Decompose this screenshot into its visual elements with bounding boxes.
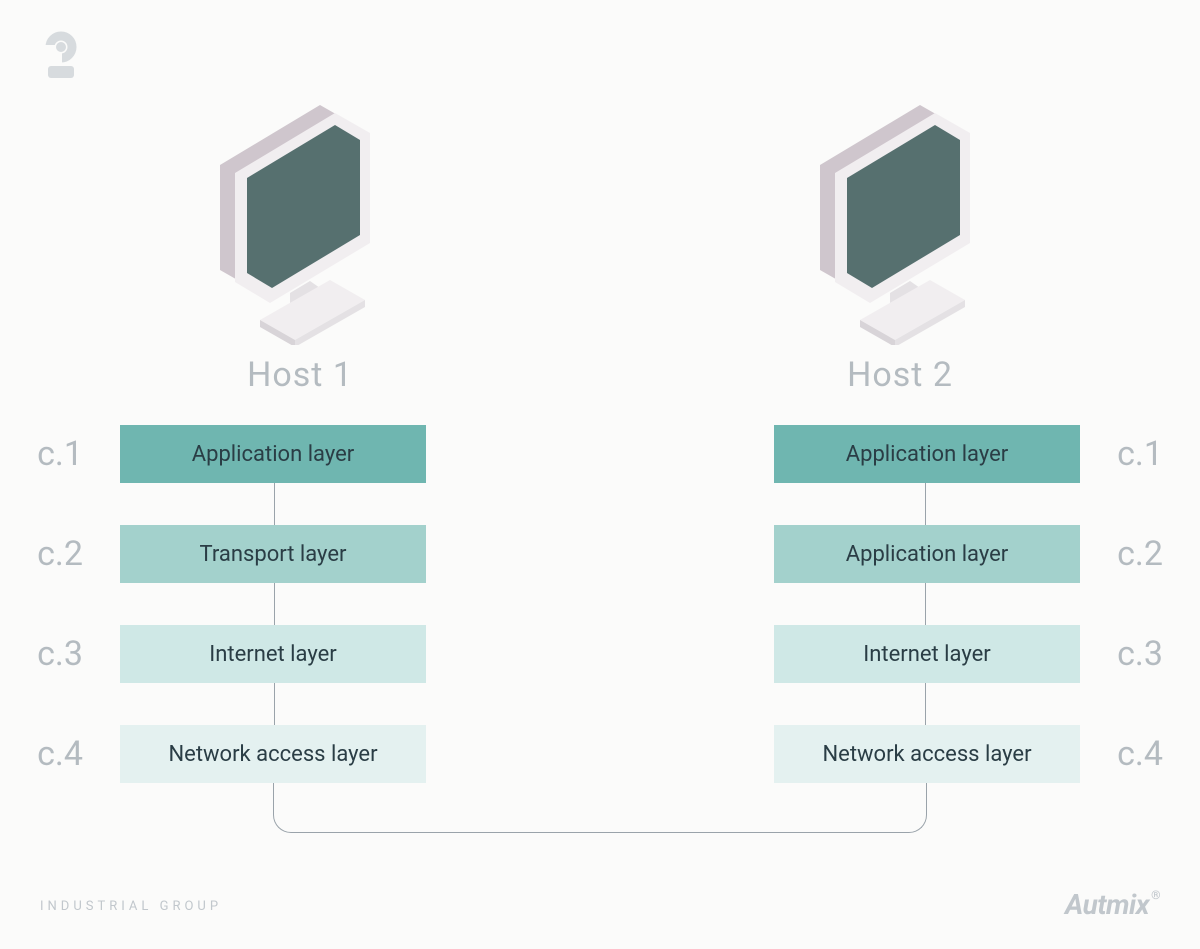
layer-row-1: c.1 Application layer Application layer … bbox=[0, 425, 1200, 483]
host-2-title: Host 2 bbox=[847, 355, 953, 395]
logo-icon bbox=[40, 30, 82, 82]
host-1-title: Host 1 bbox=[247, 355, 353, 395]
footer-industrial-group: INDUSTRIAL GROUP bbox=[40, 899, 222, 914]
host2-layer-application: Application layer bbox=[774, 425, 1080, 483]
host2-layer-transport: Application layer bbox=[774, 525, 1080, 583]
row-label-right: c.1 bbox=[1080, 434, 1200, 474]
monitor-icon bbox=[800, 95, 1000, 345]
monitor-icon bbox=[200, 95, 400, 345]
row-label-left: c.2 bbox=[0, 534, 120, 574]
host1-layer-internet: Internet layer bbox=[120, 625, 426, 683]
host-2: Host 2 bbox=[600, 95, 1200, 395]
row-label-left: c.3 bbox=[0, 634, 120, 674]
host1-layer-application: Application layer bbox=[120, 425, 426, 483]
row-label-right: c.2 bbox=[1080, 534, 1200, 574]
host2-layer-network-access: Network access layer bbox=[774, 725, 1080, 783]
host2-layer-internet: Internet layer bbox=[774, 625, 1080, 683]
footer-brand: Autmix® bbox=[1065, 888, 1160, 921]
layer-stacks: c.1 Application layer Application layer … bbox=[0, 425, 1200, 825]
host-1: Host 1 bbox=[0, 95, 600, 395]
row-label-left: c.1 bbox=[0, 434, 120, 474]
host1-layer-network-access: Network access layer bbox=[120, 725, 426, 783]
host1-layer-transport: Transport layer bbox=[120, 525, 426, 583]
connector-line bbox=[273, 783, 927, 833]
row-label-right: c.3 bbox=[1080, 634, 1200, 674]
layer-row-4: c.4 Network access layer Network access … bbox=[0, 725, 1200, 783]
layer-row-2: c.2 Transport layer Application layer c.… bbox=[0, 525, 1200, 583]
row-label-left: c.4 bbox=[0, 734, 120, 774]
layer-row-3: c.3 Internet layer Internet layer c.3 bbox=[0, 625, 1200, 683]
hosts-row: Host 1 Host 2 bbox=[0, 95, 1200, 395]
row-label-right: c.4 bbox=[1080, 734, 1200, 774]
